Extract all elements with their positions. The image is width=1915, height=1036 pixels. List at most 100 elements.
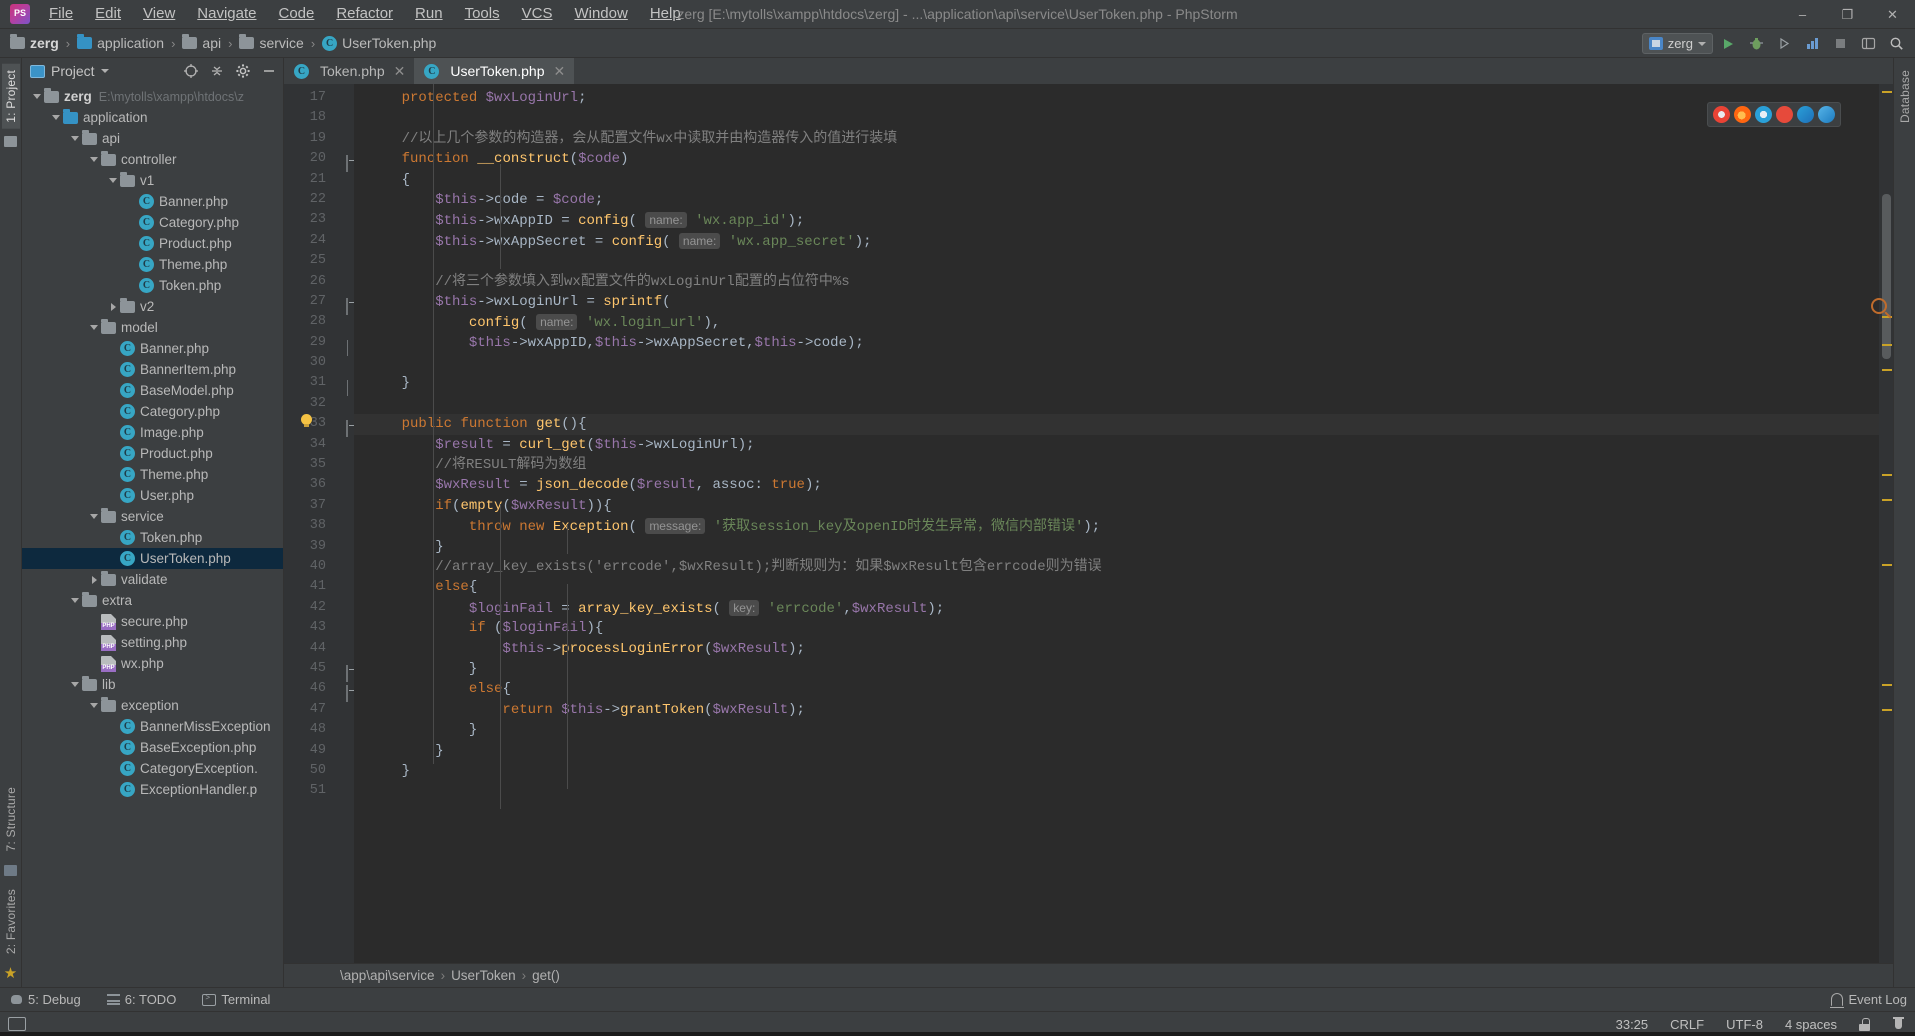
line-number[interactable]: 23 — [284, 210, 354, 230]
code-line[interactable]: $this->wxLoginUrl = sprintf( — [354, 292, 1879, 312]
project-file-tree[interactable]: zerg E:\mytolls\xampp\htdocs\z application… — [22, 84, 283, 987]
tree-item-banner-php[interactable]: Banner.php — [22, 338, 283, 359]
code-line[interactable]: else{ — [354, 679, 1879, 699]
tree-item-banner-php[interactable]: Banner.php — [22, 191, 283, 212]
stripe-marker[interactable] — [1882, 369, 1892, 371]
menu-window[interactable]: Window — [563, 1, 638, 27]
tree-item-wx-php[interactable]: wx.php — [22, 653, 283, 674]
fold-collapse-icon[interactable] — [338, 664, 348, 682]
profile-button[interactable] — [1799, 31, 1825, 57]
event-log-button[interactable]: Event Log — [1830, 992, 1907, 1008]
debug-button[interactable] — [1743, 31, 1769, 57]
line-number[interactable]: 42 — [284, 598, 354, 618]
code-line[interactable]: } — [354, 659, 1879, 679]
line-number[interactable]: 34 — [284, 435, 354, 455]
tab-usertoken-php[interactable]: UserToken.php ✕ — [414, 58, 575, 84]
fold-collapse-icon[interactable] — [338, 684, 348, 703]
code-line[interactable] — [354, 781, 1879, 801]
menu-file[interactable]: File — [38, 1, 84, 27]
code-line[interactable]: $this->processLoginError($wxResult); — [354, 639, 1879, 659]
code-line[interactable]: $loginFail = array_key_exists( key: 'err… — [354, 598, 1879, 618]
code-line[interactable]: } — [354, 373, 1879, 393]
line-number[interactable]: 32 — [284, 394, 354, 414]
editor-breadcrumb-class[interactable]: UserToken — [451, 968, 516, 983]
tree-item-extra[interactable]: extra — [22, 590, 283, 611]
chevron-down-icon[interactable] — [100, 69, 109, 73]
tree-item-service[interactable]: service — [22, 506, 283, 527]
code-line[interactable]: $result = curl_get($this->wxLoginUrl); — [354, 435, 1879, 455]
menu-tools[interactable]: Tools — [454, 1, 511, 27]
line-number[interactable]: 19 — [284, 129, 354, 149]
tree-item-basemodel-php[interactable]: BaseModel.php — [22, 380, 283, 401]
tree-item-exception[interactable]: exception — [22, 695, 283, 716]
run-with-coverage-button[interactable] — [1771, 31, 1797, 57]
stripe-marker[interactable] — [1882, 344, 1892, 346]
code-line[interactable]: //array_key_exists('errcode',$wxResult);… — [354, 557, 1879, 577]
line-number[interactable]: 51 — [284, 781, 354, 801]
chevron-down-icon[interactable] — [87, 514, 101, 519]
stripe-marker[interactable] — [1882, 91, 1892, 93]
minimize-button[interactable]: – — [1780, 0, 1825, 29]
chrome-icon[interactable] — [1713, 106, 1730, 123]
line-number-gutter[interactable]: 17 18 19 20 21 22 23 24 25 26 27 28 29 30 31 32 33 34 35 36… — [284, 84, 354, 963]
stripe-marker[interactable] — [1882, 684, 1892, 686]
indent-setting[interactable]: 4 spaces — [1785, 1017, 1837, 1032]
run-configuration-selector[interactable]: zerg — [1641, 33, 1713, 54]
chevron-down-icon[interactable] — [68, 598, 82, 603]
tree-item-validate[interactable]: validate — [22, 569, 283, 590]
tool-button-todo[interactable]: 6: TODO — [103, 991, 181, 1008]
line-number[interactable]: 40 — [284, 557, 354, 577]
chevron-right-icon[interactable] — [87, 575, 101, 584]
code-line[interactable]: //将三个参数填入到wx配置文件的wxLoginUrl配置的占位符中%s — [354, 272, 1879, 292]
tab-token-php[interactable]: Token.php ✕ — [284, 58, 414, 84]
line-separator[interactable]: CRLF — [1670, 1017, 1704, 1032]
line-number[interactable]: 24 — [284, 231, 354, 251]
tree-item-v1[interactable]: v1 — [22, 170, 283, 191]
code-line[interactable]: } — [354, 537, 1879, 557]
chevron-down-icon[interactable] — [68, 682, 82, 687]
fold-end-icon[interactable] — [338, 378, 348, 397]
line-number[interactable]: 37 — [284, 496, 354, 516]
line-number[interactable]: 35 — [284, 455, 354, 475]
tree-item-product-php[interactable]: Product.php — [22, 443, 283, 464]
line-number[interactable]: 25 — [284, 251, 354, 271]
tree-item-usertoken-php[interactable]: UserToken.php — [22, 548, 283, 569]
tree-item-application[interactable]: application — [22, 107, 283, 128]
tool-tab-project[interactable]: 1: Project — [1, 64, 20, 129]
close-icon[interactable]: ✕ — [554, 63, 566, 80]
code-line[interactable]: config( name: 'wx.login_url'), — [354, 312, 1879, 332]
code-line[interactable]: } — [354, 761, 1879, 781]
line-number[interactable]: 43 — [284, 618, 354, 638]
menu-navigate[interactable]: Navigate — [186, 1, 267, 27]
line-number[interactable]: 31 — [284, 373, 354, 397]
tool-button-debug[interactable]: 5: Debug — [6, 991, 85, 1008]
line-number[interactable]: 46 — [284, 679, 354, 703]
breadcrumb-service[interactable]: service — [237, 34, 305, 52]
edge-icon[interactable] — [1797, 106, 1814, 123]
code-line[interactable] — [354, 353, 1879, 373]
intention-bulb-icon[interactable] — [300, 414, 313, 429]
line-number[interactable]: 36 — [284, 475, 354, 495]
tree-item-theme-php[interactable]: Theme.php — [22, 464, 283, 485]
line-number[interactable]: 45 — [284, 659, 354, 682]
show-tool-windows-icon[interactable] — [8, 1017, 26, 1031]
code-line[interactable]: if(empty($wxResult)){ — [354, 496, 1879, 516]
settings-button[interactable] — [1855, 31, 1881, 57]
stripe-marker[interactable] — [1882, 709, 1892, 711]
editor-scrollbar-thumb[interactable] — [1882, 194, 1891, 359]
tree-item-setting-php[interactable]: setting.php — [22, 632, 283, 653]
opera-icon[interactable] — [1776, 106, 1793, 123]
run-button[interactable] — [1715, 31, 1741, 57]
stripe-marker[interactable] — [1882, 499, 1892, 501]
code-line[interactable]: $this->code = $code; — [354, 190, 1879, 210]
line-number[interactable]: 48 — [284, 720, 354, 740]
hide-panel-icon[interactable] — [259, 61, 279, 81]
tool-tab-structure[interactable]: 7: Structure — [2, 781, 20, 857]
fold-collapse-icon[interactable] — [338, 154, 348, 173]
tree-item-lib[interactable]: lib — [22, 674, 283, 695]
code-line[interactable]: $this->wxAppID,$this->wxAppSecret,$this-… — [354, 333, 1879, 353]
tree-item-exceptionhandler-p[interactable]: ExceptionHandler.p — [22, 779, 283, 800]
inspection-loupe-icon[interactable] — [1865, 292, 1893, 320]
line-number[interactable]: 21 — [284, 170, 354, 190]
line-number[interactable]: 50 — [284, 761, 354, 781]
